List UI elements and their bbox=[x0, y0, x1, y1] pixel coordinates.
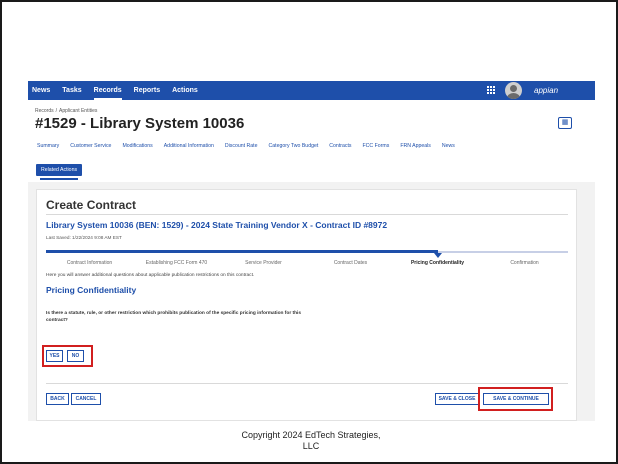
save-and-close-button[interactable]: SAVE & CLOSE bbox=[435, 393, 479, 405]
apps-grid-icon[interactable] bbox=[487, 86, 496, 95]
nav-tasks[interactable]: Tasks bbox=[62, 81, 81, 100]
progress-fill bbox=[46, 250, 438, 253]
yes-button[interactable]: YES bbox=[46, 350, 63, 362]
record-card-icon[interactable]: ▦ bbox=[558, 117, 572, 129]
create-contract-form: Create Contract Library System 10036 (BE… bbox=[36, 189, 577, 421]
page-title: #1529 - Library System 10036 bbox=[35, 115, 245, 132]
related-actions-tab[interactable]: Related Actions bbox=[36, 164, 83, 180]
step-contract-information: Contract Information bbox=[66, 260, 113, 266]
brand-logo: appian bbox=[534, 86, 559, 95]
pricing-restriction-question: Is there a statute, rule, or other restr… bbox=[46, 311, 302, 323]
step-confirmation: Confirmation bbox=[510, 260, 539, 266]
step-contract-dates: Contract Dates bbox=[333, 260, 368, 266]
nav-reports[interactable]: Reports bbox=[134, 81, 160, 100]
slide: News Tasks Records Reports Actions appia… bbox=[0, 0, 618, 464]
divider bbox=[46, 214, 568, 215]
step-service-provider: Service Provider bbox=[245, 260, 282, 266]
tab-news[interactable]: News bbox=[442, 143, 455, 149]
copyright-text: Copyright 2024 EdTech Strategies, LLC bbox=[241, 430, 381, 451]
section-title: Pricing Confidentiality bbox=[46, 285, 137, 295]
intro-text: Here you will answer additional question… bbox=[46, 273, 255, 278]
breadcrumb-records[interactable]: Records bbox=[35, 108, 54, 114]
nav-actions[interactable]: Actions bbox=[172, 81, 198, 100]
tab-customer-service[interactable]: Customer Service bbox=[70, 143, 111, 149]
back-button[interactable]: BACK bbox=[46, 393, 69, 405]
breadcrumb-applicant-entities[interactable]: Applicant Entities bbox=[59, 108, 97, 114]
form-title: Create Contract bbox=[46, 198, 137, 212]
step-pricing-confidentiality: Pricing Confidentiality bbox=[410, 260, 465, 266]
tab-modifications[interactable]: Modifications bbox=[122, 143, 152, 149]
breadcrumb: Records / Applicant Entities bbox=[35, 108, 98, 114]
top-navigation-bar: News Tasks Records Reports Actions appia… bbox=[28, 81, 595, 100]
last-saved-text: Last Saved: 1/22/2024 9:08 AM EST bbox=[46, 235, 122, 240]
tab-category-two-budget[interactable]: Category Two Budget bbox=[269, 143, 319, 149]
divider bbox=[46, 383, 568, 384]
user-avatar[interactable] bbox=[505, 82, 522, 99]
tab-fcc-forms[interactable]: FCC Forms bbox=[363, 143, 390, 149]
tab-frn-appeals[interactable]: FRN Appeals bbox=[400, 143, 431, 149]
tab-additional-information[interactable]: Additional Information bbox=[164, 143, 214, 149]
step-establishing-fcc-form-470: Establishing FCC Form 470 bbox=[145, 260, 208, 266]
nav-news[interactable]: News bbox=[32, 81, 50, 100]
save-and-continue-button[interactable]: SAVE & CONTINUE bbox=[483, 393, 549, 405]
tab-discount-rate[interactable]: Discount Rate bbox=[225, 143, 258, 149]
cancel-button[interactable]: CANCEL bbox=[71, 393, 101, 405]
progress-steps: Contract Information Establishing FCC Fo… bbox=[46, 260, 568, 266]
nav-records[interactable]: Records bbox=[93, 81, 122, 100]
record-header: Records / Applicant Entities #1529 - Libra… bbox=[28, 100, 595, 182]
progress-bar bbox=[46, 250, 568, 258]
progress-marker-icon bbox=[433, 253, 442, 258]
tab-contracts[interactable]: Contracts bbox=[329, 143, 351, 149]
no-button[interactable]: NO bbox=[67, 350, 84, 362]
contract-heading: Library System 10036 (BEN: 1529) - 2024 … bbox=[46, 220, 388, 230]
app-screenshot: News Tasks Records Reports Actions appia… bbox=[28, 81, 595, 421]
record-tabs: Summary Customer Service Modifications A… bbox=[37, 143, 466, 149]
tab-summary[interactable]: Summary bbox=[37, 143, 59, 149]
